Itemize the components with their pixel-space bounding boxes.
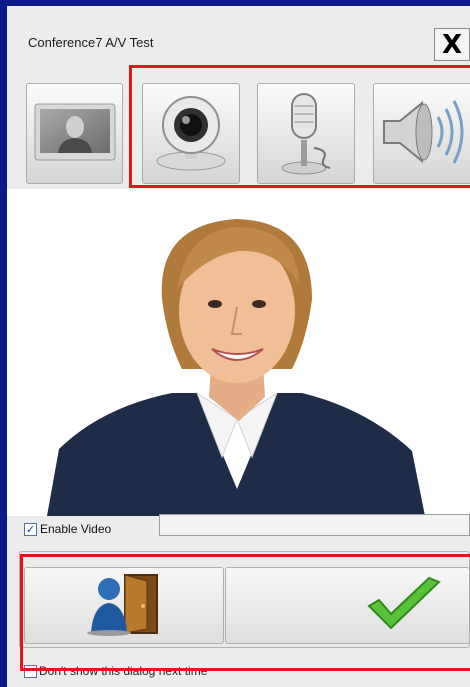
dialog-title: Conference7 A/V Test (28, 35, 154, 50)
ok-button[interactable] (225, 567, 470, 644)
exit-door-icon (79, 571, 169, 641)
speaker-button[interactable] (373, 83, 470, 184)
speaker-icon (378, 97, 468, 171)
enable-video-checkbox[interactable]: ✓ (24, 523, 37, 536)
video-level-bar (159, 514, 470, 536)
preview-person-image (47, 219, 425, 516)
title-bar: Conference7 A/V Test X (7, 6, 470, 72)
dont-show-label: Don't show this dialog next time (39, 664, 208, 678)
close-button[interactable]: X (434, 28, 470, 61)
dont-show-checkbox[interactable] (24, 665, 37, 678)
microphone-button[interactable] (257, 83, 355, 184)
video-preview-button[interactable] (26, 83, 123, 184)
av-test-dialog: Conference7 A/V Test X ✓ Enable Video Do… (7, 6, 470, 687)
exit-button[interactable] (24, 567, 224, 644)
video-preview-area (7, 189, 470, 516)
enable-video-label: Enable Video (40, 522, 112, 536)
checkmark-icon (363, 576, 443, 636)
close-icon: X (441, 29, 463, 60)
webcam-icon (150, 91, 232, 177)
user-monitor-icon (34, 103, 116, 165)
microphone-icon (274, 88, 338, 180)
camera-button[interactable] (142, 83, 240, 184)
